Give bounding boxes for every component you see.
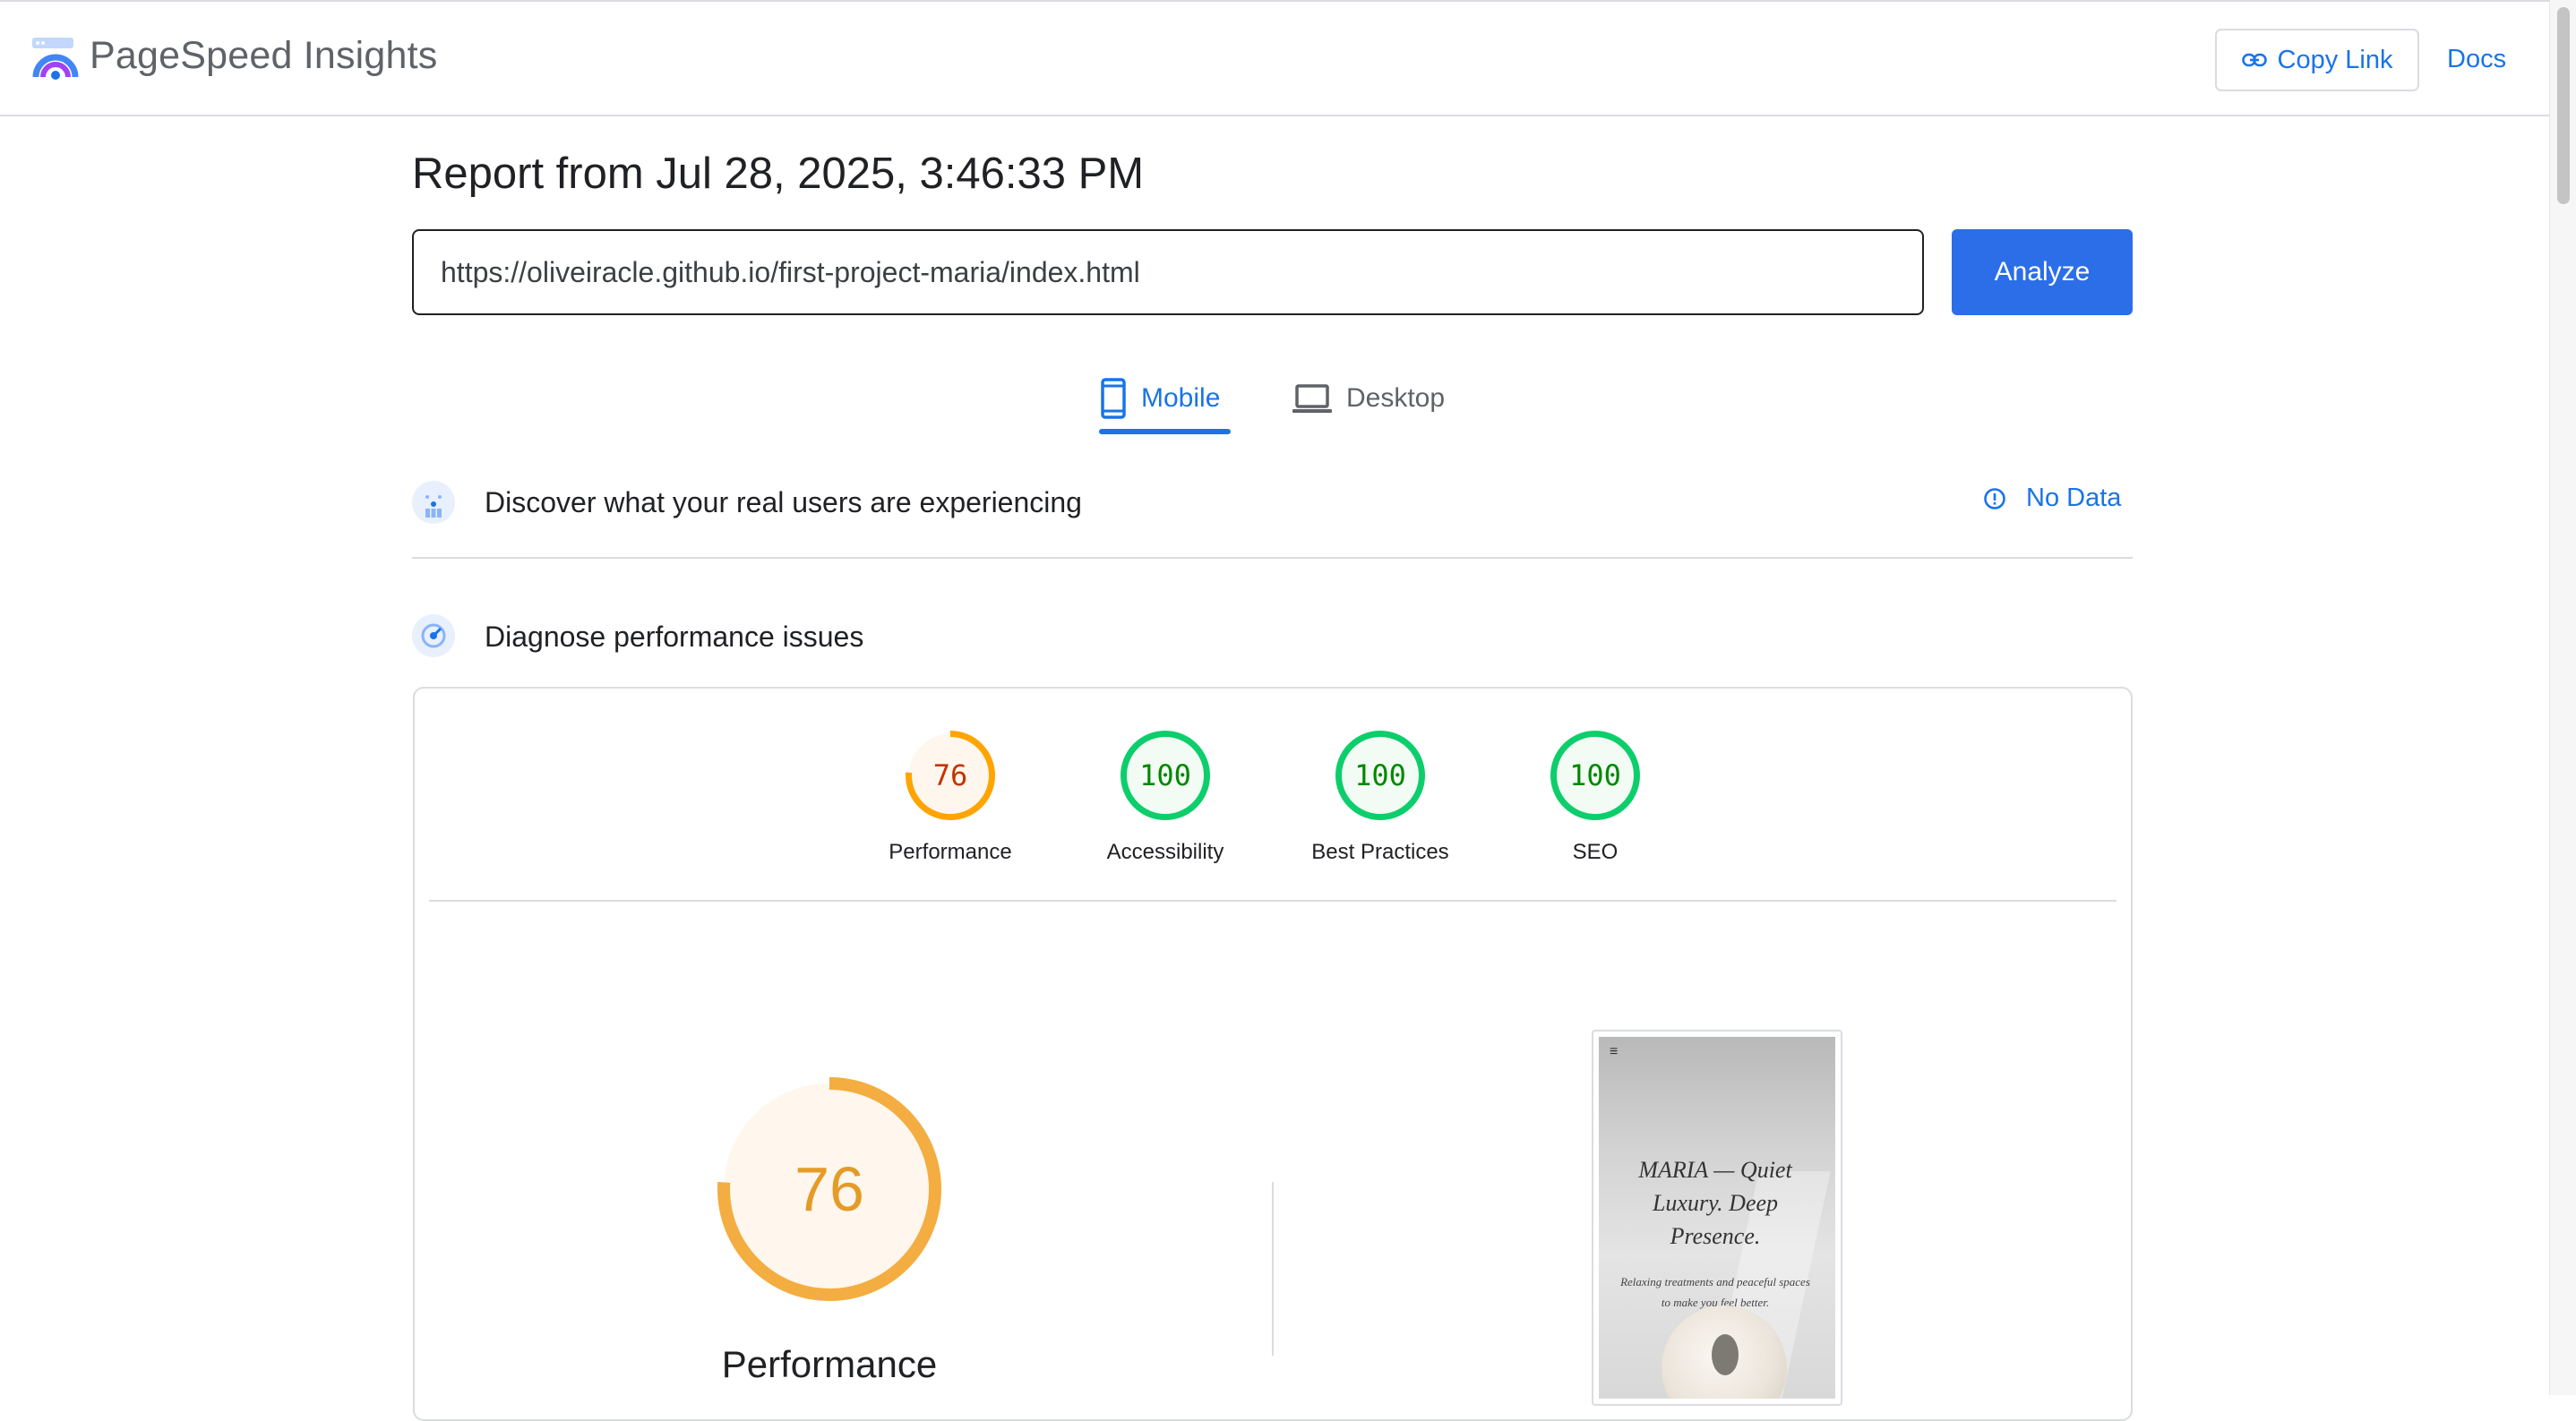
performance-main-gauge: 76 bbox=[717, 1077, 941, 1301]
link-icon bbox=[2241, 53, 2267, 67]
section-divider bbox=[412, 557, 2133, 559]
score-label-seo[interactable]: SEO bbox=[1488, 840, 1703, 865]
docs-link[interactable]: Docs bbox=[2447, 45, 2506, 74]
tab-desktop[interactable]: Desktop bbox=[1292, 367, 1445, 430]
page-scrollbar[interactable] bbox=[2549, 0, 2576, 1395]
score-label-performance[interactable]: Performance bbox=[843, 840, 1058, 865]
smartphone-icon bbox=[1101, 378, 1126, 419]
screenshot-menu-icon: ≡ bbox=[1610, 1044, 1619, 1059]
speedometer-icon bbox=[412, 614, 455, 657]
info-icon bbox=[1984, 487, 2005, 509]
screenshot-screen: ≡ MARIA — Quiet Luxury. Deep Presence. R… bbox=[1599, 1037, 1835, 1399]
tab-mobile[interactable]: Mobile bbox=[1100, 367, 1220, 430]
no-data-status[interactable]: No Data bbox=[1983, 484, 2121, 513]
url-input[interactable] bbox=[412, 229, 1924, 315]
score-label-best-practices[interactable]: Best Practices bbox=[1273, 840, 1488, 865]
score-gauge-seo[interactable]: 100 bbox=[1550, 730, 1641, 821]
card-divider bbox=[429, 900, 2117, 902]
active-tab-indicator bbox=[1099, 429, 1231, 434]
users-chart-icon bbox=[412, 481, 455, 524]
no-data-label: No Data bbox=[2026, 484, 2122, 512]
score-gauge-performance[interactable]: 76 bbox=[905, 730, 996, 821]
field-data-title: Discover what your real users are experi… bbox=[485, 486, 1082, 518]
performance-main-label: Performance bbox=[721, 1343, 938, 1385]
tab-desktop-label: Desktop bbox=[1346, 383, 1446, 413]
app-title[interactable]: PageSpeed Insights bbox=[90, 34, 438, 78]
analyze-button[interactable]: Analyze bbox=[1952, 229, 2133, 315]
pagespeed-logo-icon bbox=[32, 38, 79, 80]
report-title: Report from Jul 28, 2025, 3:46:33 PM bbox=[412, 150, 1145, 198]
top-bar: PageSpeed Insights Copy Link Docs bbox=[0, 0, 2549, 116]
gauge-score: 100 bbox=[1569, 758, 1621, 792]
gauge-score: 100 bbox=[1354, 758, 1406, 792]
lab-data-title: Diagnose performance issues bbox=[485, 621, 864, 653]
screenshot-headline: MARIA — Quiet Luxury. Deep Presence. bbox=[1638, 1157, 1792, 1249]
gauge-score: 76 bbox=[933, 758, 968, 792]
score-label-accessibility[interactable]: Accessibility bbox=[1058, 840, 1273, 865]
gauge-score: 76 bbox=[794, 1154, 864, 1224]
page-screenshot: ≡ MARIA — Quiet Luxury. Deep Presence. R… bbox=[1592, 1030, 1842, 1406]
gauge-score: 100 bbox=[1139, 758, 1191, 792]
scrollbar-thumb[interactable] bbox=[2557, 7, 2570, 204]
tab-mobile-label: Mobile bbox=[1141, 383, 1221, 413]
copy-link-button[interactable]: Copy Link bbox=[2215, 29, 2419, 91]
copy-link-label: Copy Link bbox=[2277, 45, 2393, 74]
screenshot-sculpture-hole bbox=[1712, 1334, 1739, 1375]
score-gauge-accessibility[interactable]: 100 bbox=[1120, 730, 1211, 821]
laptop-icon bbox=[1292, 384, 1332, 413]
vertical-separator bbox=[1272, 1182, 1274, 1356]
score-gauge-best-practices[interactable]: 100 bbox=[1335, 730, 1426, 821]
